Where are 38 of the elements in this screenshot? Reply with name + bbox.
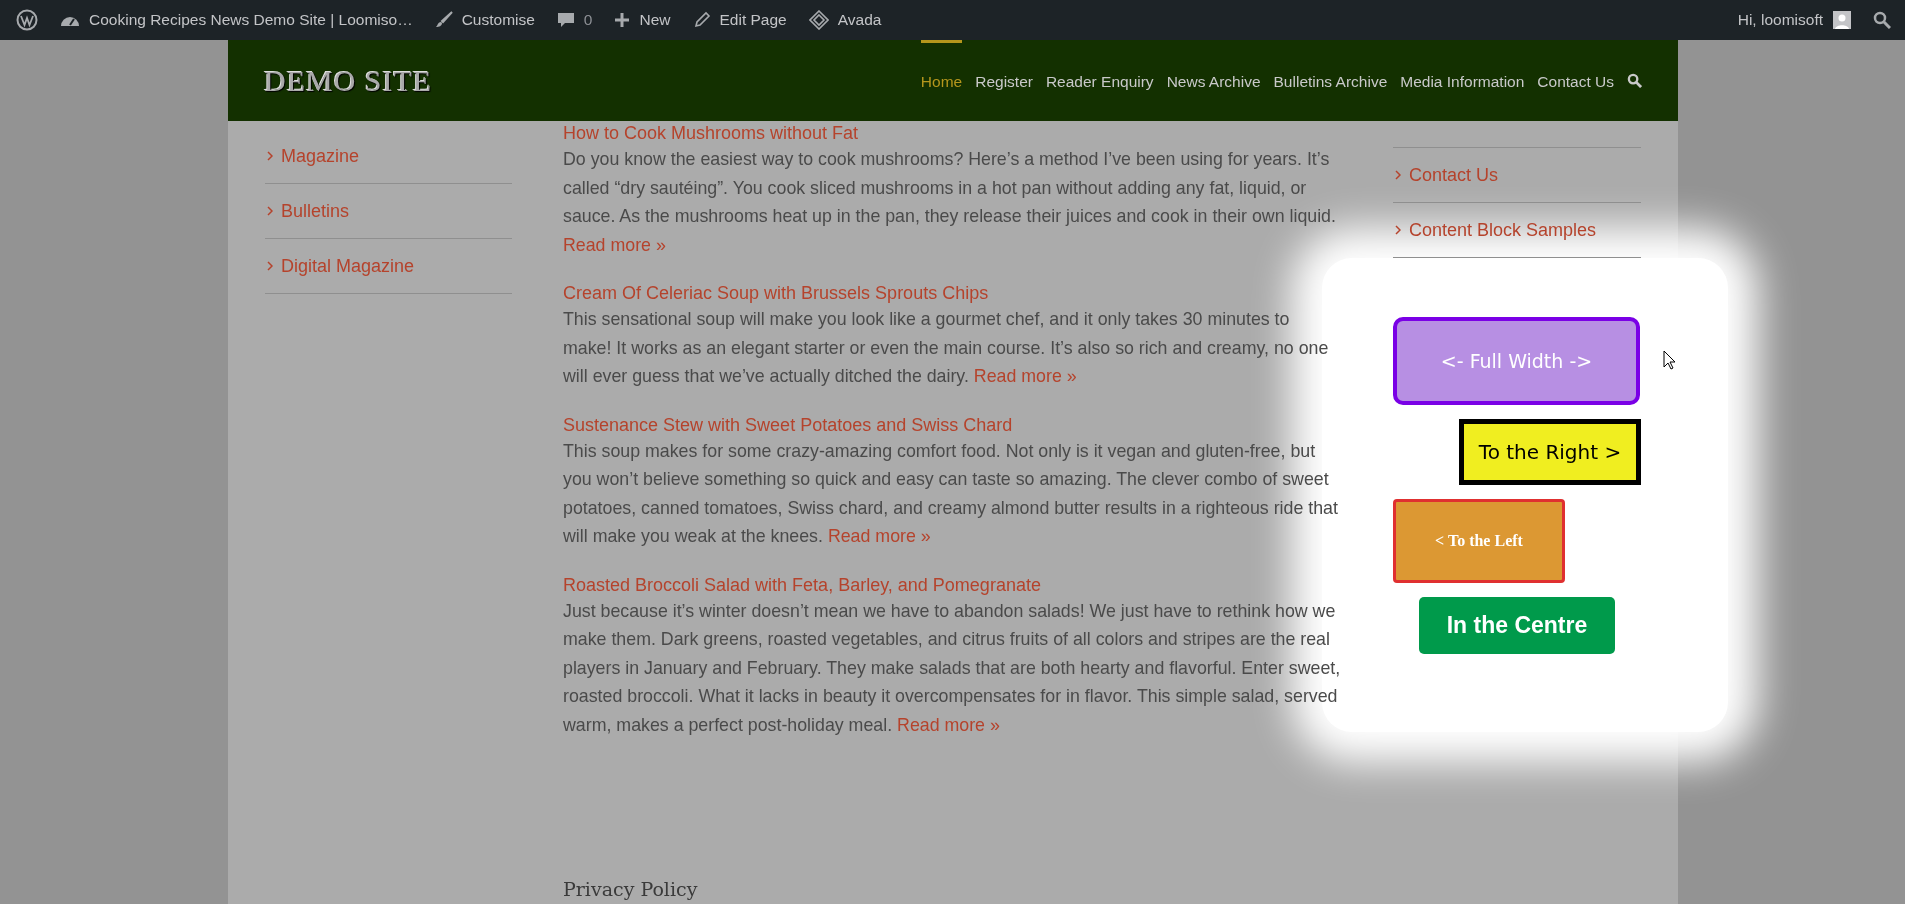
customise-link[interactable]: Customise bbox=[434, 11, 535, 29]
sidebar-link[interactable]: Content Block Samples bbox=[1393, 203, 1641, 258]
footer-heading: Privacy Policy bbox=[563, 878, 698, 900]
article-excerpt: This sensational soup will make you look like a gourmet chef, and it only takes 30 minutes to make! It works as an elegant starter or even the main course. It’s also so rich and creamy, no one will ever guess that we’ve actually ditched the dairy. Read more » bbox=[563, 308, 1330, 388]
chevron-icon bbox=[1395, 225, 1401, 235]
article-excerpt: Do you know the easiest way to cook mushrooms? Here’s a method I’ve been using for years. It’s called “dry sautéing”. You cook sliced mushrooms in a hot pan without adding any fat, liquid, or sauce. As the mushrooms heat up in the pan, they release their juices and cook in their own liquid. Read more » bbox=[563, 148, 1337, 257]
site-logo[interactable]: DEMO SITE bbox=[264, 63, 433, 98]
chevron-icon bbox=[267, 151, 273, 161]
chevron-icon bbox=[1395, 170, 1401, 180]
content-block-button[interactable]: <- Full Width -> bbox=[1393, 317, 1640, 405]
article-excerpt: This soup makes for some crazy-amazing comfort food. Not only is it vegan and gluten-free, but you won’t believe something so quick and easy can taste so amazing. The clever combo of sweet potatoes, canned tomatoes, Swiss chard, and creamy almond butter results in a righteous ride that will make you weak at the knees. Read more » bbox=[563, 439, 1339, 548]
chevron-icon bbox=[267, 206, 273, 216]
site-name-link[interactable]: Cooking Recipes News Demo Site | Loomiso… bbox=[60, 11, 413, 29]
comments-link[interactable]: 0 bbox=[556, 11, 593, 29]
search-icon[interactable] bbox=[1627, 73, 1642, 88]
new-link[interactable]: New bbox=[614, 11, 671, 29]
wordpress-logo-icon[interactable] bbox=[16, 9, 38, 31]
content-block-button[interactable]: To the Right > bbox=[1459, 419, 1641, 485]
user-greeting-link[interactable]: Hi, loomisoft bbox=[1737, 11, 1823, 29]
nav-link[interactable]: Bulletins Archive bbox=[1273, 40, 1388, 121]
chevron-icon bbox=[267, 261, 273, 271]
nav-link[interactable]: Reader Enquiry bbox=[1045, 40, 1154, 121]
brush-icon bbox=[434, 11, 453, 29]
nav-link[interactable]: Contact Us bbox=[1537, 40, 1614, 121]
edit-page-link[interactable]: Edit Page bbox=[692, 11, 787, 29]
pencil-icon bbox=[692, 11, 711, 29]
layered-diamond-icon bbox=[808, 10, 829, 30]
nav-link[interactable]: Register bbox=[975, 40, 1033, 121]
nav-link[interactable]: Home bbox=[920, 40, 963, 121]
plus-icon bbox=[614, 12, 631, 28]
nav-link[interactable]: Media Information bbox=[1400, 40, 1525, 121]
avada-link[interactable]: Avada bbox=[808, 10, 882, 30]
nav-link[interactable]: News Archive bbox=[1166, 40, 1261, 121]
article-excerpt: Just because it’s winter doesn’t mean we have to abandon salads! We just have to rethink how we make them. Dark greens, roasted vegetables, and citrus fruits of all colors and stripes are the real players in January and February. They make salads that are both hearty and flavorful. Enter sweet, roasted broccoli. What it lacks in beauty it overcompensates for in flavor. This simple salad, served warm, makes a perfect post-holiday meal. Read more » bbox=[563, 599, 1341, 737]
search-icon[interactable] bbox=[1873, 11, 1891, 29]
cursor-icon bbox=[1663, 350, 1676, 370]
comment-bubble-icon bbox=[556, 11, 575, 29]
content-block-button[interactable]: In the Centre bbox=[1419, 597, 1615, 654]
